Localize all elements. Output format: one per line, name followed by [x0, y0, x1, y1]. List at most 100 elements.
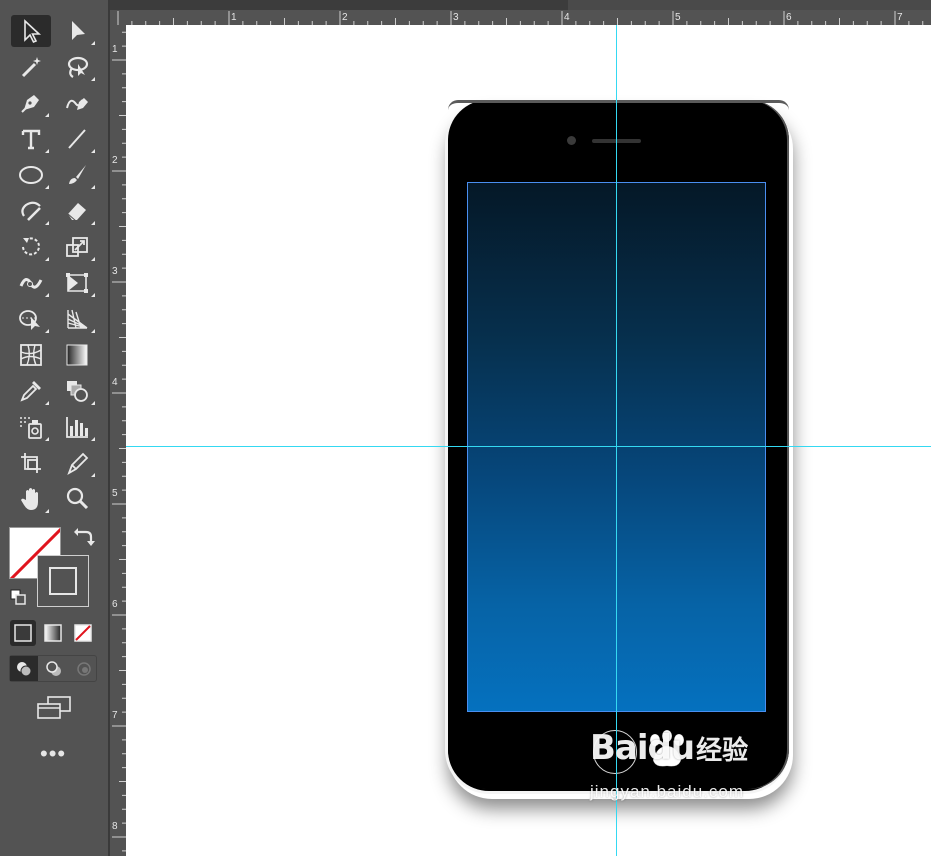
- lasso-icon: [67, 56, 89, 78]
- ruler-ticks: [112, 31, 126, 852]
- eyedropper-tool[interactable]: [11, 375, 51, 407]
- phone-bezel-highlight: [448, 100, 789, 110]
- color-mode-button[interactable]: [10, 620, 36, 646]
- swap-fill-stroke-icon[interactable]: [72, 526, 96, 550]
- free-transform-tool[interactable]: [57, 267, 97, 299]
- none-swatch-icon: [74, 624, 92, 642]
- shape-builder-tool[interactable]: [11, 303, 51, 335]
- ruler-label: 7: [112, 710, 118, 721]
- width-icon: [19, 278, 43, 289]
- paintbrush-icon: [69, 165, 86, 184]
- pen-tool[interactable]: [11, 87, 51, 119]
- magic-wand-icon: [21, 57, 41, 78]
- ruler-label: 2: [342, 12, 348, 23]
- gradient-swatch-icon: [44, 624, 62, 642]
- column-graph-icon: [66, 417, 88, 438]
- watermark-brand-du: du: [647, 728, 696, 768]
- mesh-tool[interactable]: [11, 339, 51, 371]
- mesh-icon: [20, 344, 42, 366]
- type-icon: [21, 129, 41, 150]
- artboard-tool[interactable]: [11, 447, 51, 479]
- scale-icon: [66, 237, 88, 257]
- change-screen-mode-icon[interactable]: [36, 694, 72, 722]
- more-tools-button[interactable]: •••: [40, 743, 66, 765]
- eraser-icon: [67, 203, 86, 222]
- lasso-tool[interactable]: [57, 51, 97, 83]
- curvature-tool[interactable]: [57, 87, 97, 119]
- ruler-label: 4: [112, 377, 118, 388]
- scale-tool[interactable]: [57, 231, 97, 263]
- ruler-label: 6: [786, 12, 792, 23]
- perspective-grid-icon: [67, 309, 88, 329]
- gradient-mode-button[interactable]: [40, 620, 66, 646]
- draw-inside-icon: [77, 661, 91, 676]
- baidu-jingyan-watermark: Baidu经验 jingyan.baidu.com: [590, 728, 749, 801]
- ruler-label: 6: [112, 599, 118, 610]
- draw-inside-button[interactable]: [70, 656, 98, 681]
- selection-arrow-icon: [24, 19, 42, 44]
- ellipse-icon: [19, 166, 43, 184]
- watermark-url: jingyan.baidu.com: [590, 782, 745, 801]
- paintbrush-tool[interactable]: [57, 159, 97, 191]
- symbol-sprayer-tool[interactable]: [11, 411, 51, 443]
- ruler-label: 5: [675, 12, 681, 23]
- blend-tool[interactable]: [57, 375, 97, 407]
- watermark-cn: 经验: [696, 735, 749, 765]
- ruler-label: 8: [112, 821, 118, 832]
- artboard-canvas[interactable]: [126, 25, 931, 856]
- watermark-brand: Bai: [590, 728, 649, 768]
- zoom-tool[interactable]: [57, 483, 97, 515]
- ruler-label: 1: [112, 44, 118, 55]
- shaper-tool[interactable]: [11, 195, 51, 227]
- rotate-tool[interactable]: [11, 231, 51, 263]
- gradient-tool[interactable]: [57, 339, 97, 371]
- gradient-icon: [66, 344, 88, 366]
- shape-builder-icon: [19, 310, 40, 330]
- free-transform-icon: [66, 273, 88, 293]
- zoom-icon: [66, 487, 89, 510]
- artboard-icon: [21, 453, 41, 473]
- symbol-sprayer-icon: [20, 417, 42, 439]
- perspective-grid-tool[interactable]: [57, 303, 97, 335]
- vertical-ruler[interactable]: 1 2 3 4 5 6 7 8: [110, 25, 126, 856]
- none-mode-button[interactable]: [70, 620, 96, 646]
- slice-tool[interactable]: [57, 447, 97, 479]
- horizontal-guide[interactable]: [126, 446, 931, 447]
- ruler-label: 3: [453, 12, 459, 23]
- rotate-icon: [22, 237, 40, 256]
- slice-icon: [67, 452, 89, 476]
- ellipse-tool[interactable]: [11, 159, 51, 191]
- ruler-label: 7: [897, 12, 903, 23]
- line-segment-tool[interactable]: [57, 123, 97, 155]
- ruler-label: 5: [112, 488, 118, 499]
- ruler-label: 3: [112, 266, 118, 277]
- hand-icon: [21, 488, 38, 510]
- stroke-swatch[interactable]: [37, 555, 89, 607]
- column-graph-tool[interactable]: [57, 411, 97, 443]
- width-tool[interactable]: [11, 267, 51, 299]
- draw-behind-button[interactable]: [40, 656, 68, 681]
- direct-selection-arrow-icon: [72, 21, 85, 40]
- horizontal-ruler[interactable]: 1 2 3 4 5 6 7: [110, 0, 931, 25]
- ruler-label: 1: [231, 12, 237, 23]
- curvature-pen-icon: [66, 98, 88, 110]
- direct-selection-tool[interactable]: [57, 15, 97, 47]
- line-segment-icon: [68, 129, 86, 149]
- ruler-label: 2: [112, 155, 118, 166]
- solid-color-icon: [14, 624, 32, 642]
- type-tool[interactable]: [11, 123, 51, 155]
- default-fill-stroke-icon[interactable]: [9, 588, 29, 608]
- shaper-icon: [21, 201, 41, 221]
- draw-normal-icon: [17, 661, 32, 676]
- hand-tool[interactable]: [11, 483, 51, 515]
- draw-behind-icon: [46, 660, 61, 676]
- eraser-tool[interactable]: [57, 195, 97, 227]
- front-camera[interactable]: [567, 136, 576, 145]
- draw-normal-button[interactable]: [10, 656, 38, 681]
- eyedropper-icon: [20, 381, 41, 402]
- selection-tool[interactable]: [11, 15, 51, 47]
- pen-icon: [21, 95, 39, 113]
- magic-wand-tool[interactable]: [11, 51, 51, 83]
- tools-panel: •••: [0, 0, 108, 856]
- blend-icon: [67, 381, 88, 402]
